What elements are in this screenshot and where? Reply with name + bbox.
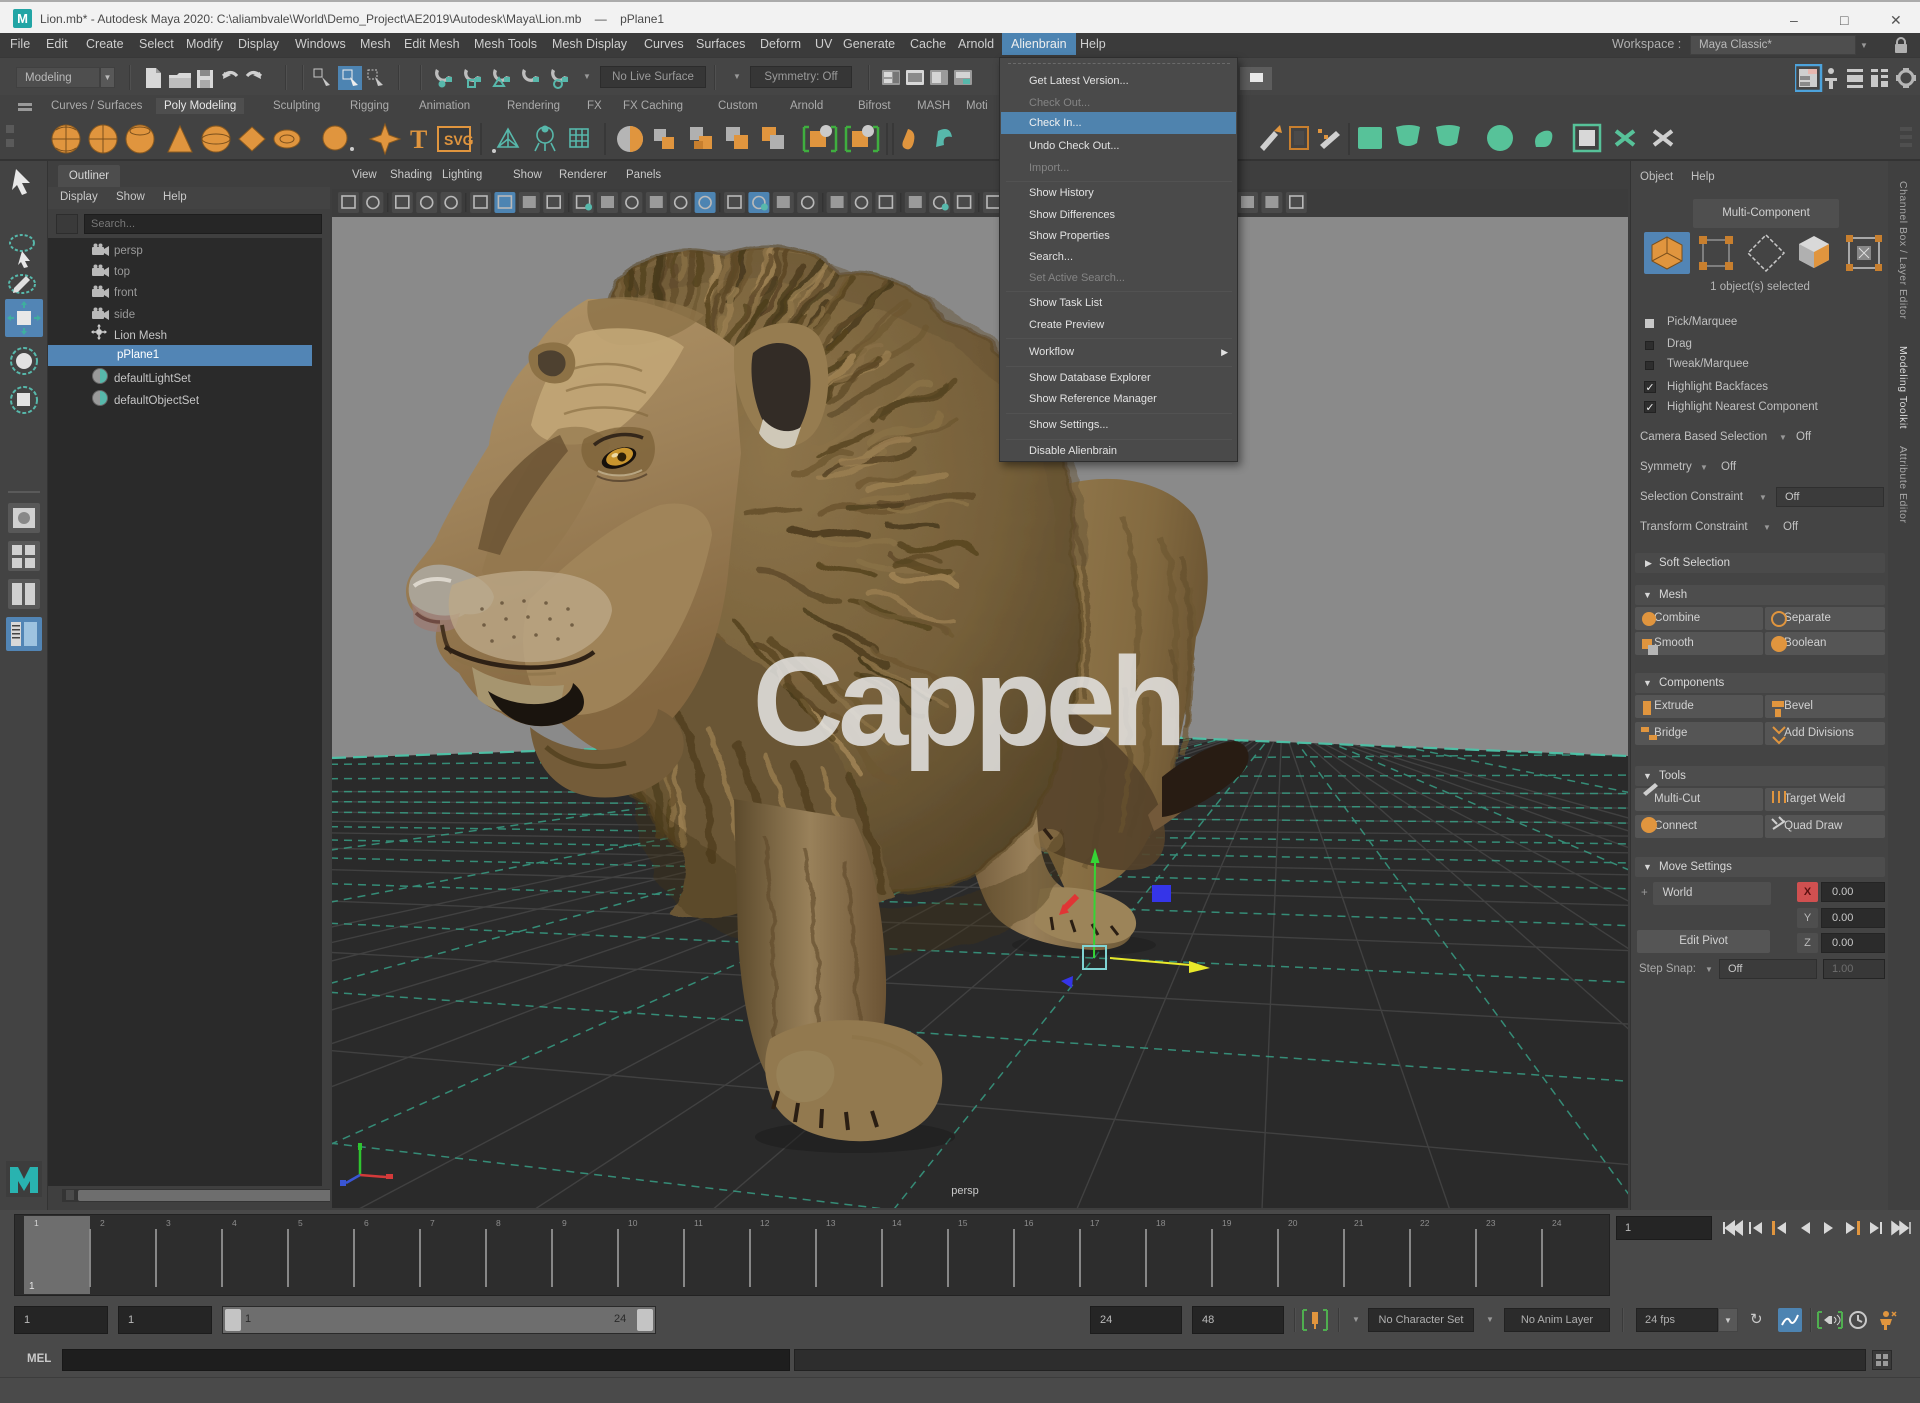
svg-text:19: 19 [1222, 1218, 1232, 1228]
svg-text:6: 6 [364, 1218, 369, 1228]
svg-text:15: 15 [958, 1218, 968, 1228]
svg-text:3: 3 [166, 1218, 171, 1228]
svg-text:9: 9 [562, 1218, 567, 1228]
svg-text:10: 10 [628, 1218, 638, 1228]
svg-text:persp: persp [951, 1185, 979, 1197]
svg-text:4: 4 [232, 1218, 237, 1228]
svg-text:7: 7 [430, 1218, 435, 1228]
svg-text:23: 23 [1486, 1218, 1496, 1228]
svg-text:13: 13 [826, 1218, 836, 1228]
svg-text:24: 24 [1552, 1218, 1562, 1228]
svg-text:16: 16 [1024, 1218, 1034, 1228]
svg-text:17: 17 [1090, 1218, 1100, 1228]
svg-text:14: 14 [892, 1218, 902, 1228]
svg-text:18: 18 [1156, 1218, 1166, 1228]
svg-text:5: 5 [298, 1218, 303, 1228]
svg-text:1: 1 [29, 1281, 35, 1292]
svg-text:21: 21 [1354, 1218, 1364, 1228]
svg-text:11: 11 [694, 1218, 703, 1228]
svg-text:22: 22 [1420, 1218, 1430, 1228]
svg-text:12: 12 [760, 1218, 770, 1228]
svg-text:1: 1 [34, 1218, 39, 1228]
svg-text:Cappeh: Cappeh [752, 631, 1181, 772]
svg-text:2: 2 [100, 1218, 105, 1228]
svg-text:SVG: SVG [444, 132, 474, 148]
svg-text:20: 20 [1288, 1218, 1298, 1228]
svg-text:8: 8 [496, 1218, 501, 1228]
svg-text:T: T [410, 125, 427, 154]
